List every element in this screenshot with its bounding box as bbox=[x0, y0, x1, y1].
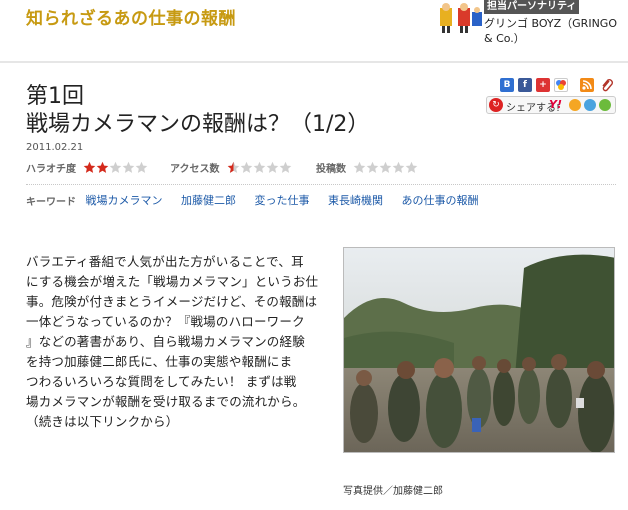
hatena-bookmark-icon[interactable]: B bbox=[500, 78, 514, 92]
article-title: 戦場カメラマンの報酬は？（1/2） bbox=[26, 112, 370, 137]
keyword-link[interactable]: 戦場カメラマン bbox=[86, 192, 163, 208]
personality-box[interactable]: 担当パーソナリティ グリンゴ BOYZ（GRINGO & Co.） bbox=[438, 0, 628, 58]
rating-haraochi: ハラオチ度 bbox=[26, 160, 148, 175]
star-empty-icon bbox=[380, 161, 392, 173]
body-line: つわるいろいろな質問をしてみたい！ まずは戦 bbox=[26, 374, 297, 389]
star-empty-icon bbox=[266, 161, 279, 173]
rating-label: ハラオチ度 bbox=[26, 164, 76, 175]
personality-name-link[interactable]: グリンゴ BOYZ（GRINGO & Co.） bbox=[484, 16, 628, 46]
google-icon[interactable] bbox=[554, 78, 568, 92]
star-empty-icon bbox=[240, 161, 253, 173]
rating-label: 投稿数 bbox=[316, 164, 346, 175]
header-bar: 知られざるあの仕事の報酬 担当パーソナリティ グリンゴ BOYZ（GRINGO … bbox=[0, 0, 628, 62]
keyword-list: キーワード 戦場カメラマン 加藤健二郎 変った仕事 東長崎機関 あの仕事の報酬 bbox=[26, 192, 494, 208]
bookmark-plus-icon[interactable]: + bbox=[536, 78, 550, 92]
divider bbox=[26, 184, 616, 185]
facebook-icon[interactable]: f bbox=[518, 78, 532, 92]
keyword-link[interactable]: 加藤健二郎 bbox=[181, 192, 236, 208]
body-line: 一体どうなっているのか？『戦場のハローワーク bbox=[26, 314, 305, 329]
rating-posts: 投稿数 bbox=[316, 160, 418, 175]
yahoo-icon[interactable]: Y! bbox=[549, 98, 562, 111]
keyword-link[interactable]: あの仕事の報酬 bbox=[402, 192, 479, 208]
photo-caption: 写真提供／加藤健二郎 bbox=[343, 486, 443, 497]
mascot-illustration-icon bbox=[440, 3, 482, 33]
soldiers-photo-image bbox=[344, 248, 614, 452]
article-page: 知られざるあの仕事の報酬 担当パーソナリティ グリンゴ BOYZ（GRINGO … bbox=[0, 0, 628, 510]
star-empty-icon bbox=[123, 161, 135, 173]
star-rating bbox=[227, 161, 292, 174]
publish-date: 2011.02.21 bbox=[26, 142, 84, 153]
series-title[interactable]: 知られざるあの仕事の報酬 bbox=[26, 4, 236, 29]
body-line: バラエティ番組で人気が出た方がいることで、耳 bbox=[26, 254, 304, 269]
share-icon-row: B f + bbox=[500, 78, 618, 94]
rss-icon[interactable] bbox=[580, 78, 594, 92]
twitter-icon[interactable] bbox=[584, 99, 596, 111]
share-arrow-icon: ↻ bbox=[489, 98, 503, 112]
body-line: にする機会が増えた「戦場カメラマン」というお仕 bbox=[26, 274, 319, 289]
personality-role-badge: 担当パーソナリティ bbox=[484, 0, 580, 14]
star-empty-icon bbox=[354, 161, 366, 173]
body-line: を持つ加藤健二郎氏に、仕事の実態や報酬にま bbox=[26, 354, 293, 369]
star-rating bbox=[353, 161, 418, 174]
star-half-icon bbox=[227, 161, 240, 173]
article-body: バラエティ番組で人気が出た方がいることで、耳 にする機会が増えた「戦場カメラマン… bbox=[26, 252, 334, 432]
keyword-link[interactable]: 変った仕事 bbox=[255, 192, 310, 208]
star-empty-icon bbox=[110, 161, 122, 173]
keywords-label: キーワード bbox=[26, 196, 76, 208]
rating-label: アクセス数 bbox=[170, 164, 220, 175]
body-line: 』などの著書があり、自ら戦場カメラマンの経験 bbox=[26, 334, 305, 349]
paperclip-icon[interactable] bbox=[600, 78, 614, 92]
keyword-link[interactable]: 東長崎機関 bbox=[328, 192, 383, 208]
article-photo bbox=[343, 247, 615, 453]
star-empty-icon bbox=[393, 161, 405, 173]
star-empty-icon bbox=[406, 161, 418, 173]
star-filled-icon bbox=[84, 161, 96, 173]
star-empty-icon bbox=[367, 161, 379, 173]
rating-access: アクセス数 bbox=[170, 160, 292, 175]
share-button[interactable]: ↻ シェアする! Y! bbox=[486, 96, 616, 114]
body-line: （続きは以下リンクから） bbox=[26, 414, 179, 429]
body-line: 場カメラマンが報酬を受け取るまでの流れから。 bbox=[26, 394, 306, 409]
star-empty-icon bbox=[253, 161, 266, 173]
evernote-icon[interactable] bbox=[599, 99, 611, 111]
star-empty-icon bbox=[279, 161, 292, 173]
header-divider bbox=[0, 61, 628, 63]
star-filled-icon bbox=[97, 161, 109, 173]
body-line: 事。危険が付きまとうイメージだけど、その報酬は bbox=[26, 294, 318, 309]
mixi-icon[interactable] bbox=[569, 99, 581, 111]
star-empty-icon bbox=[136, 161, 148, 173]
star-rating bbox=[83, 161, 148, 174]
